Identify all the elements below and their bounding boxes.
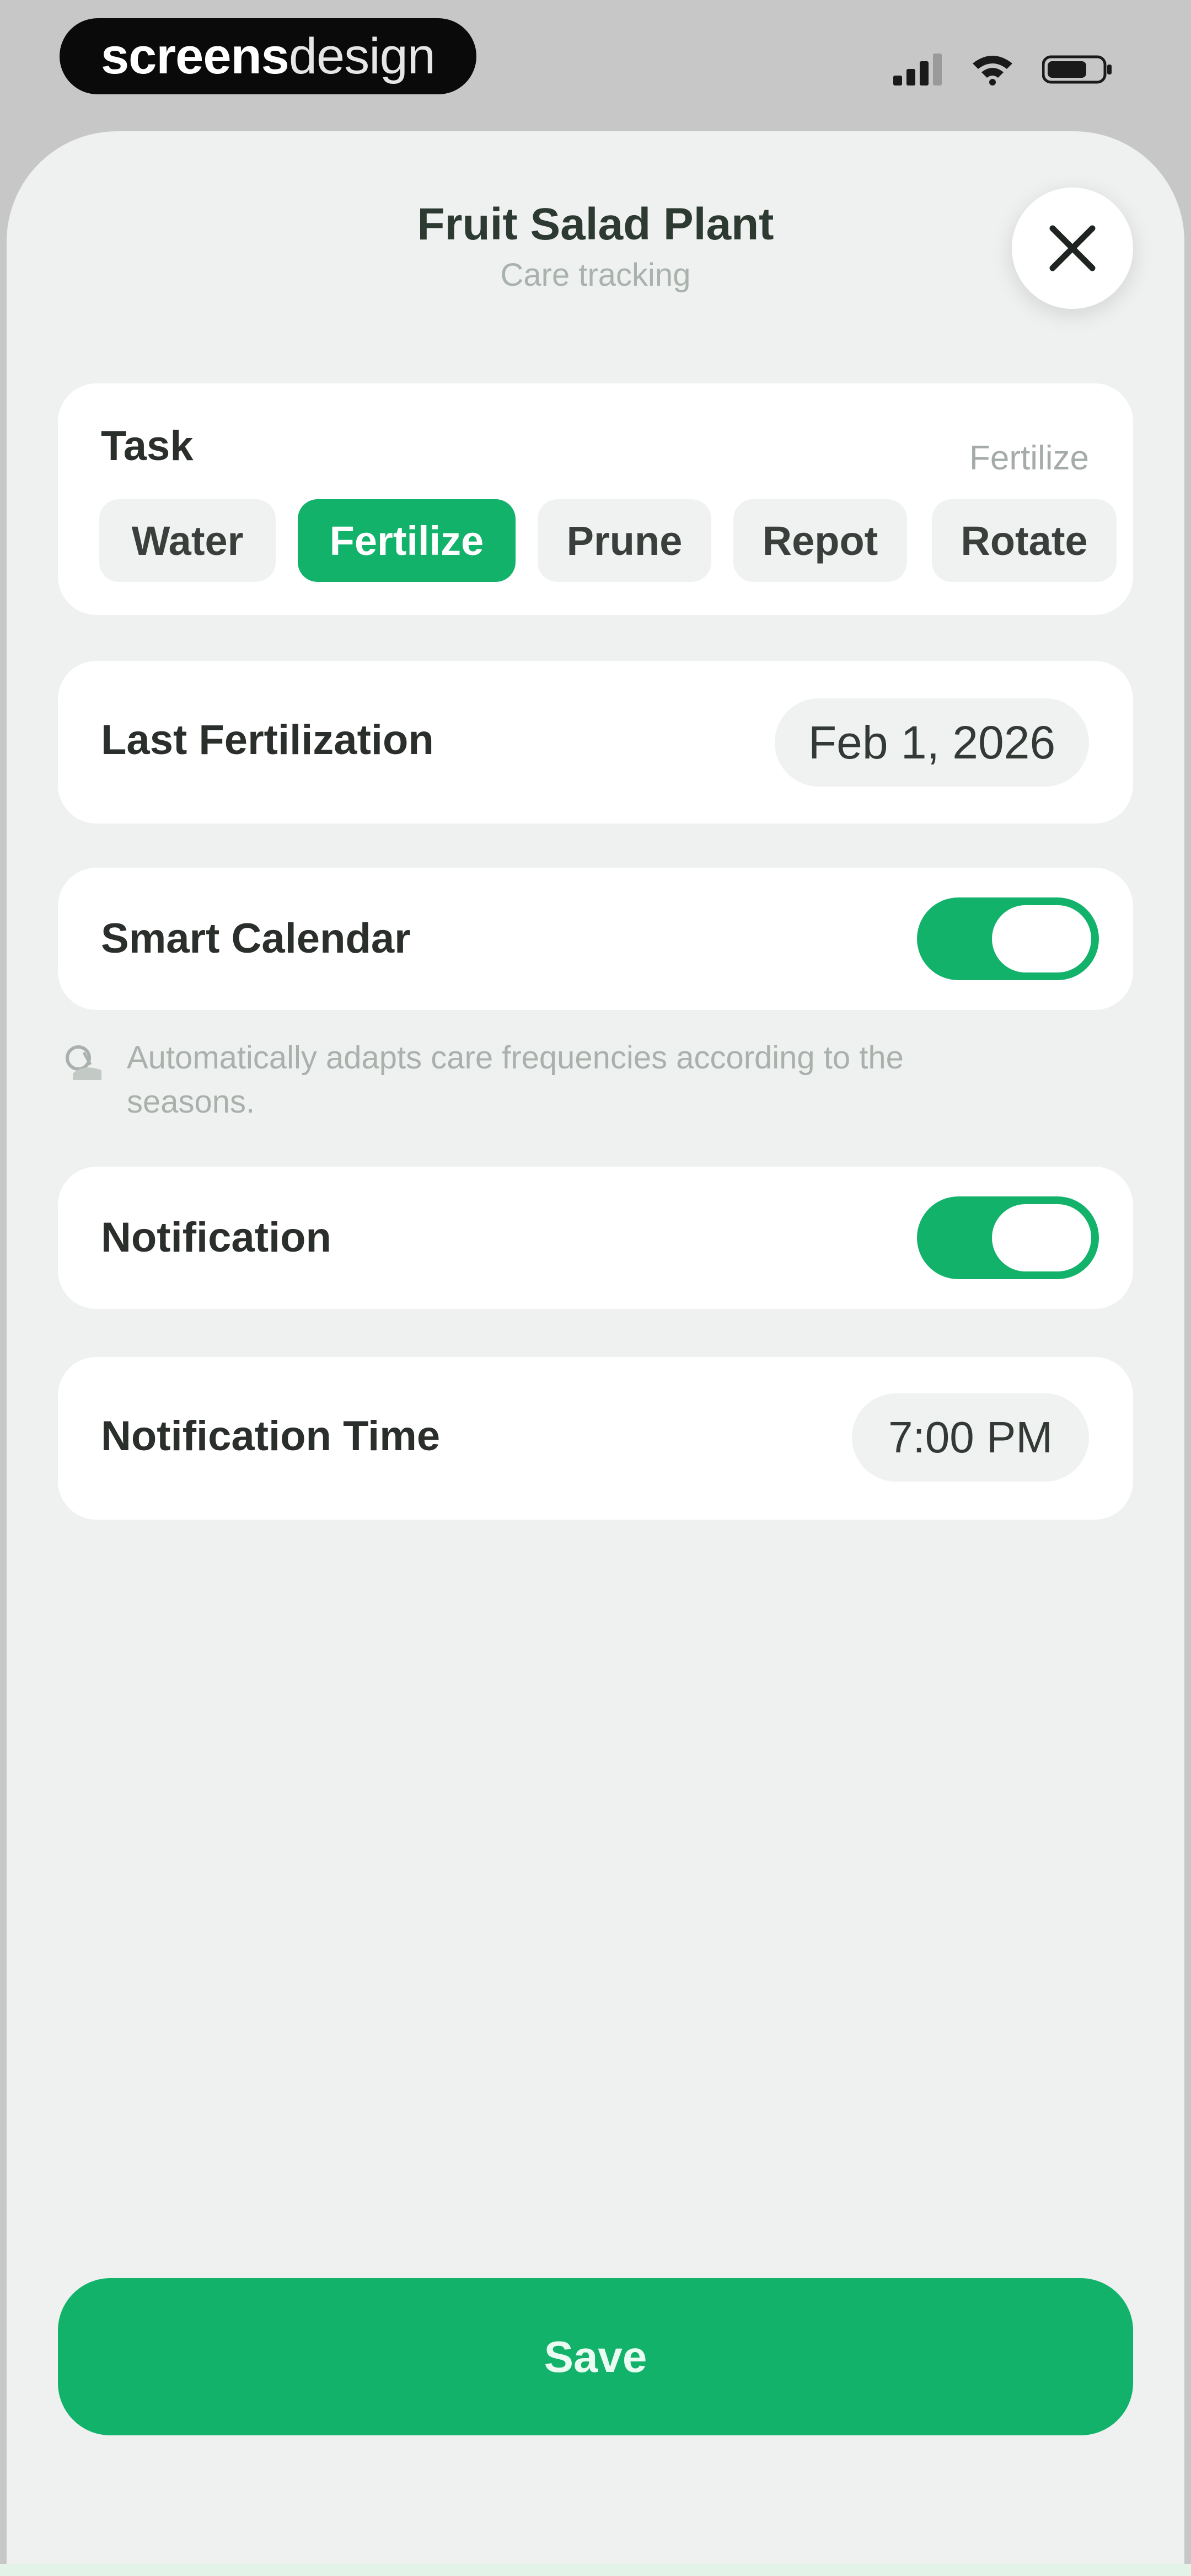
task-chip-prune[interactable]: Prune: [538, 499, 711, 582]
task-chip-repot[interactable]: Repot: [733, 499, 907, 582]
task-chip-water[interactable]: Water: [99, 499, 276, 582]
task-chip-label: Water: [131, 517, 244, 564]
notification-time-picker[interactable]: 7:00 PM: [852, 1393, 1089, 1482]
toggle-knob: [992, 905, 1091, 972]
task-selected-value: Fertilize: [969, 439, 1089, 477]
close-button[interactable]: [1012, 188, 1133, 309]
cellular-signal-icon: [893, 54, 942, 85]
notification-time-value: 7:00 PM: [888, 1413, 1053, 1462]
smart-calendar-label: Smart Calendar: [101, 915, 411, 962]
notification-card: Notification: [58, 1167, 1133, 1309]
task-label: Task: [101, 423, 194, 469]
brand-logo-part1: screens: [101, 28, 289, 84]
task-card: Task Fertilize Water Fertilize Prune Rep…: [58, 383, 1133, 615]
smart-calendar-card: Smart Calendar: [58, 868, 1133, 1010]
last-fertilization-date: Feb 1, 2026: [808, 716, 1056, 768]
close-icon: [1049, 225, 1096, 271]
bottom-edge: [0, 2564, 1191, 2576]
smart-calendar-description: Automatically adapts care frequencies ac…: [127, 1040, 904, 1120]
last-fertilization-card: Last Fertilization Feb 1, 2026: [58, 661, 1133, 824]
notification-label: Notification: [101, 1214, 331, 1261]
notification-time-label: Notification Time: [101, 1413, 441, 1460]
smart-calendar-toggle[interactable]: [917, 897, 1099, 980]
status-bar: screens design: [0, 0, 1191, 127]
last-fertilization-label: Last Fertilization: [101, 717, 434, 763]
save-button-label: Save: [544, 2332, 647, 2381]
last-fertilization-date-picker[interactable]: Feb 1, 2026: [775, 698, 1089, 787]
wifi-icon: [973, 56, 1012, 85]
battery-icon: [1042, 55, 1112, 84]
notification-time-card: Notification Time 7:00 PM: [58, 1357, 1133, 1520]
notification-toggle[interactable]: [917, 1196, 1099, 1279]
seasons-icon: [66, 1045, 101, 1080]
brand-logo-part2: design: [288, 28, 436, 84]
task-chip-label: Prune: [566, 517, 683, 564]
brand-logo: screens design: [60, 18, 476, 94]
task-chip-label: Repot: [762, 517, 878, 564]
task-chip-label: Rotate: [961, 517, 1088, 564]
save-button[interactable]: Save: [58, 2278, 1133, 2435]
status-icons: [893, 50, 1114, 88]
page-subtitle: Care tracking: [500, 257, 691, 293]
task-chip-rotate[interactable]: Rotate: [932, 499, 1117, 582]
task-chip-label: Fertilize: [329, 517, 484, 564]
task-chip-fertilize[interactable]: Fertilize: [298, 499, 516, 582]
toggle-knob: [992, 1204, 1091, 1271]
